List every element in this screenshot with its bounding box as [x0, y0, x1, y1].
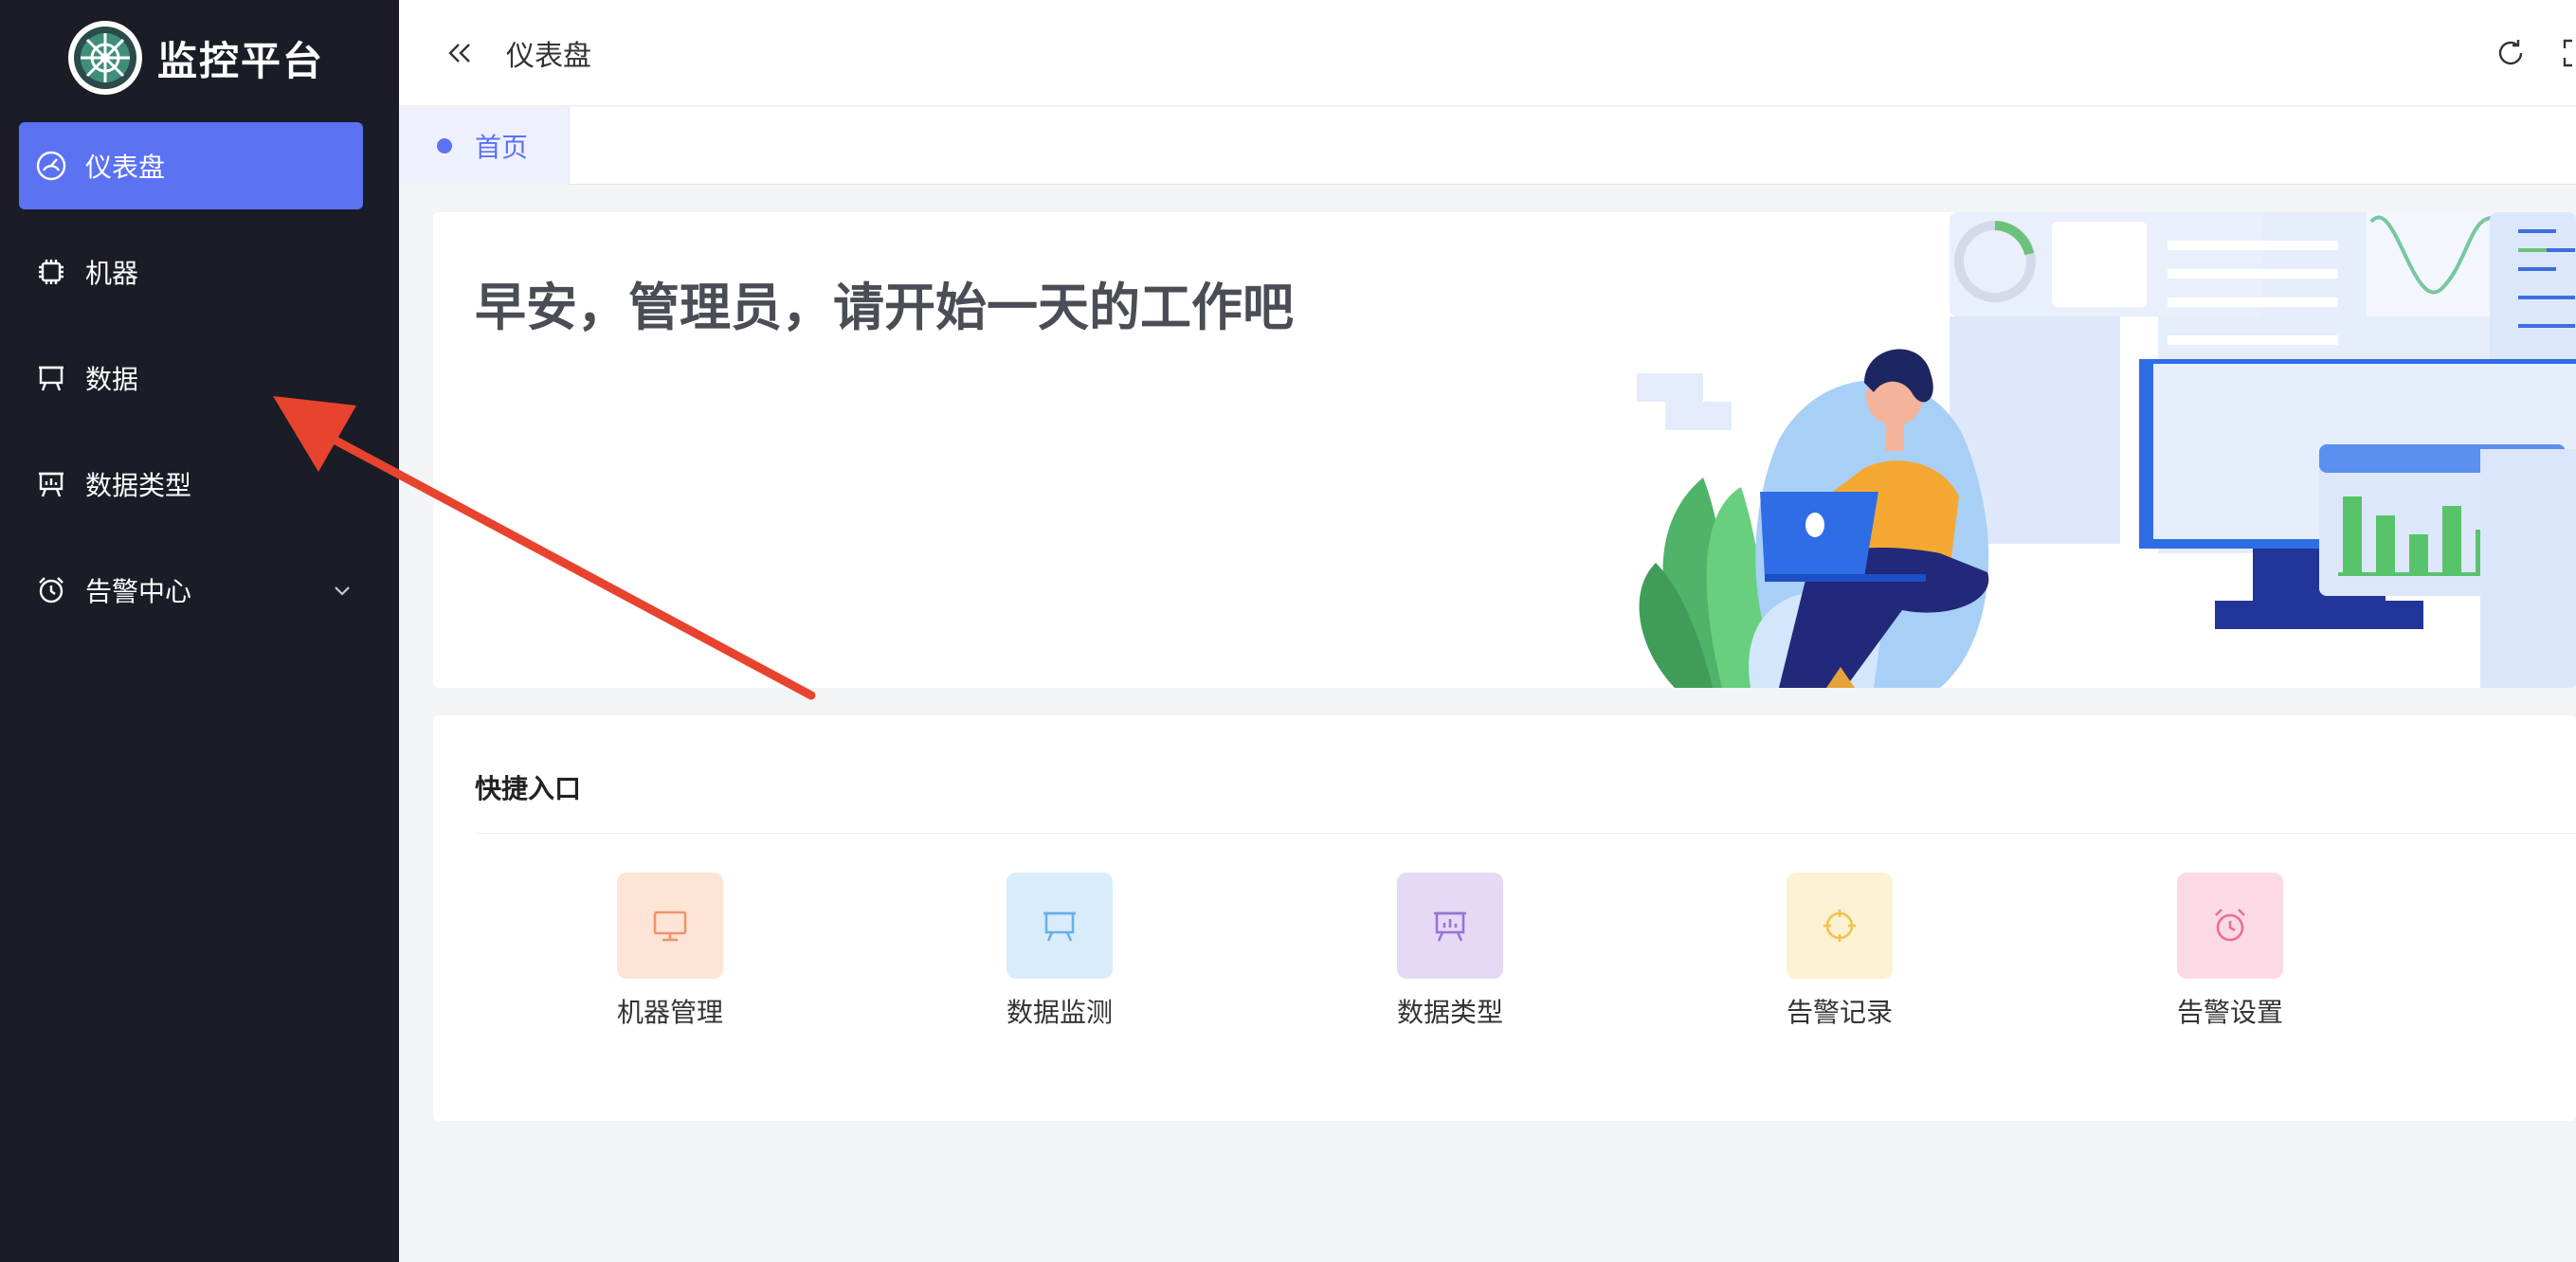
quick-item-label: 告警记录 [1786, 997, 1893, 1028]
quick-item-data-type[interactable]: 数据类型 [1374, 873, 1526, 1030]
fullscreen-icon[interactable] [2560, 36, 2576, 70]
monitor-icon [617, 873, 723, 979]
alarm-clock-icon [2177, 873, 2283, 979]
sidebar-item-dashboard[interactable]: 仪表盘 [19, 122, 363, 209]
welcome-greeting: 早安，管理员，请开始一天的工作吧 [475, 278, 1294, 337]
double-chevron-left-icon[interactable] [443, 36, 477, 70]
brand[interactable]: 监控平台 [68, 21, 324, 95]
quick-item-label: 机器管理 [616, 997, 723, 1028]
dashboard-gauge-icon [34, 149, 68, 183]
chip-icon [34, 255, 68, 289]
target-icon [1787, 873, 1893, 979]
tab-home[interactable]: 首页 [399, 107, 570, 185]
sidebar-item-label: 数据类型 [85, 470, 192, 501]
workspace-illustration [1637, 212, 2576, 688]
quick-item-label: 数据监测 [1006, 997, 1113, 1028]
sidebar-item-data-type[interactable]: 数据类型 [19, 441, 363, 528]
sidebar: 监控平台 仪表盘 机器 数据 数据类型 告警中心 [0, 0, 399, 1262]
quick-item-machine-management[interactable]: 机器管理 [594, 873, 746, 1030]
sidebar-item-alarm-center[interactable]: 告警中心 [19, 547, 363, 634]
sidebar-item-machine[interactable]: 机器 [19, 228, 363, 316]
sidebar-item-label: 数据 [85, 364, 139, 395]
presentation-board-icon [34, 361, 68, 395]
quick-item-label: 告警设置 [2176, 997, 2283, 1028]
brand-title: 监控平台 [157, 37, 325, 84]
alarm-clock-icon [34, 573, 68, 607]
welcome-card: 早安，管理员，请开始一天的工作吧 [433, 212, 2576, 688]
sidebar-item-label: 机器 [85, 258, 139, 289]
radar-logo-icon [68, 21, 142, 95]
page-title: 仪表盘 [506, 40, 591, 73]
chart-board-icon [1397, 873, 1503, 979]
tabs-bar: 首页 [399, 107, 2576, 185]
divider [475, 833, 2576, 834]
quick-entry-title: 快捷入口 [475, 773, 582, 804]
chart-board-icon [34, 467, 68, 501]
quick-item-alarm-settings[interactable]: 告警设置 [2154, 873, 2306, 1030]
presentation-board-icon [1007, 873, 1113, 979]
quick-item-data-monitoring[interactable]: 数据监测 [984, 873, 1135, 1030]
quick-entry-card: 快捷入口 机器管理 数据监测 数据类型 告警记录 告警设置 [433, 715, 2576, 1121]
sidebar-item-data[interactable]: 数据 [19, 334, 363, 422]
refresh-icon[interactable] [2494, 36, 2528, 70]
sidebar-item-label: 告警中心 [85, 576, 192, 607]
top-header: 仪表盘 [399, 0, 2576, 106]
quick-item-alarm-records[interactable]: 告警记录 [1764, 873, 1915, 1030]
quick-item-label: 数据类型 [1396, 997, 1503, 1028]
tab-active-dot [437, 138, 452, 153]
tab-label: 首页 [475, 132, 529, 163]
sidebar-item-label: 仪表盘 [85, 152, 166, 183]
chevron-down-icon[interactable] [329, 577, 355, 604]
